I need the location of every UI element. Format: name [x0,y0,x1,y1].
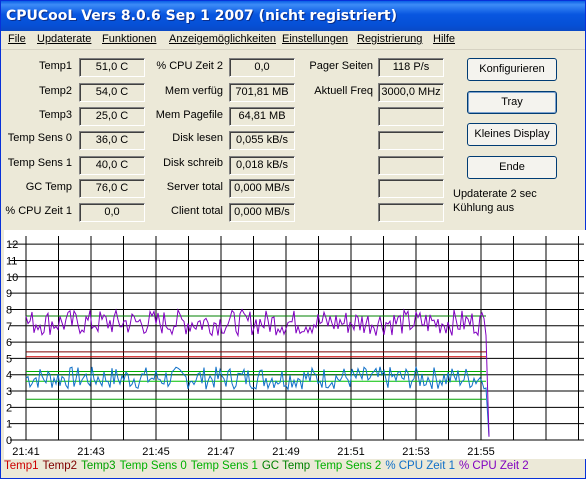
value-mem-verfueg: 701,81 MB [229,83,295,102]
title-bar: CPUCooL Vers 8.0.6 Sep 1 2007 (nicht reg… [1,1,585,31]
menu-funktionen[interactable]: Funktionen [102,33,156,45]
series-line [25,366,490,437]
tray-button[interactable]: Tray [467,91,557,114]
label-temp3: Temp3 [38,109,72,121]
label-server-total: Server total [166,181,223,193]
y-tick-label: 2 [6,402,12,414]
cooling-status: Kühlung aus [453,202,515,214]
menu-einstellungen[interactable]: Einstellungen [282,33,348,45]
value-mem-pagefile: 64,81 MB [229,107,295,126]
value-cpu-zeit-2: 0,0 [229,58,295,77]
x-tick-label: 21:53 [402,446,430,458]
y-tick-label: 3 [6,386,12,398]
y-tick-label: 5 [6,353,12,365]
value-pager-seiten: 118 P/s [378,58,444,77]
label-disk-lesen: Disk lesen [172,132,223,144]
label-mem-pagefile: Mem Pagefile [155,109,223,121]
y-tick-label: 11 [6,255,17,267]
value-cpu-zeit-1: 0,0 [79,203,145,222]
legend-item: Temp2 [42,460,78,472]
legend-item: Temp Sens 0 [119,460,187,472]
legend-item: % CPU Zeit 2 [459,460,529,472]
legend-item: Temp3 [81,460,116,472]
value-empty-1 [378,107,444,126]
y-tick-label: 6 [6,337,12,349]
kleines-display-button[interactable]: Kleines Display [467,123,557,146]
y-tick-label: 1 [6,419,12,431]
value-empty-3 [378,156,444,175]
graph-svg: 012345678910111221:41 21:43 21:45 21:47 21:4… [6,236,584,458]
legend-item: Temp Sens 2 [314,460,382,472]
value-empty-2 [378,131,444,150]
x-tick-label: 21:45 [142,446,170,458]
update-rate-status: Updaterate 2 sec [453,188,537,200]
menu-registrierung[interactable]: Registrierung [357,33,422,45]
y-tick-label: 0 [6,435,12,447]
value-temp-sens-0: 36,0 C [79,131,145,150]
label-temp-sens-0: Temp Sens 0 [7,132,72,144]
value-server-total: 0,000 MB/s [229,179,295,198]
label-disk-schreib: Disk schreib [163,157,223,169]
value-aktuell-freq: 3000,0 MHz [378,83,444,102]
konfigurieren-button[interactable]: Konfigurieren [467,58,557,81]
app-window: CPUCooL Vers 8.0.6 Sep 1 2007 (nicht reg… [0,0,586,479]
label-pager-seiten: Pager Seiten [309,60,373,72]
menu-file[interactable]: File [8,33,26,45]
legend-item: GC Temp [261,460,311,472]
value-temp2: 54,0 C [79,83,145,102]
value-client-total: 0,000 MB/s [229,203,295,222]
menu-bar: File Updaterate Funktionen Anzeigemöglic… [1,31,585,50]
value-temp-sens-1: 40,0 C [79,156,145,175]
y-tick-label: 9 [6,288,12,300]
label-cpu-zeit-2: % CPU Zeit 2 [156,60,223,72]
graph-legend: Temp1 Temp2 Temp3 Temp Sens 0 Temp Sens 1 GC … [4,460,533,474]
x-tick-label: 21:41 [12,446,40,458]
menu-updaterate[interactable]: Updaterate [37,33,91,45]
label-aktuell-freq: Aktuell Freq [314,85,373,97]
y-tick-label: 10 [6,272,18,284]
legend-item: Temp1 [4,460,39,472]
y-tick-label: 7 [6,321,12,333]
monitor-graph: 0 1 2 3 4 5 6 7 8 9 10 11 12 21:41 21:43 21:45 21:47 21:4… [4,230,586,459]
value-empty-4 [378,179,444,198]
value-temp3: 25,0 C [79,107,145,126]
y-tick-label: 4 [6,370,12,382]
x-tick-label: 21:51 [337,446,365,458]
value-temp1: 51,0 C [79,58,145,77]
label-temp1: Temp1 [38,60,72,72]
value-empty-5 [378,203,444,222]
value-gc-temp: 76,0 C [79,179,145,198]
x-tick-label: 21:55 [467,446,495,458]
value-disk-schreib: 0,018 kB/s [229,156,295,175]
x-tick-label: 21:49 [272,446,300,458]
legend-item: % CPU Zeit 1 [385,460,455,472]
value-disk-lesen: 0,055 kB/s [229,131,295,150]
y-tick-label: 12 [6,239,18,251]
label-cpu-zeit-1: % CPU Zeit 1 [5,205,72,217]
x-tick-label: 21:43 [77,446,105,458]
menu-hilfe[interactable]: Hilfe [433,33,455,45]
label-temp2: Temp2 [38,85,72,97]
label-temp-sens-1: Temp Sens 1 [7,157,72,169]
y-tick-label: 8 [6,304,12,316]
label-gc-temp: GC Temp [25,181,72,193]
ende-button[interactable]: Ende [467,156,557,179]
menu-anzeige[interactable]: Anzeigemöglichkeiten [169,33,276,45]
label-client-total: Client total [171,205,223,217]
legend-item: Temp Sens 1 [190,460,258,472]
x-tick-label: 21:47 [207,446,235,458]
series-line [25,308,490,437]
label-mem-verfueg: Mem verfüg [164,85,223,97]
